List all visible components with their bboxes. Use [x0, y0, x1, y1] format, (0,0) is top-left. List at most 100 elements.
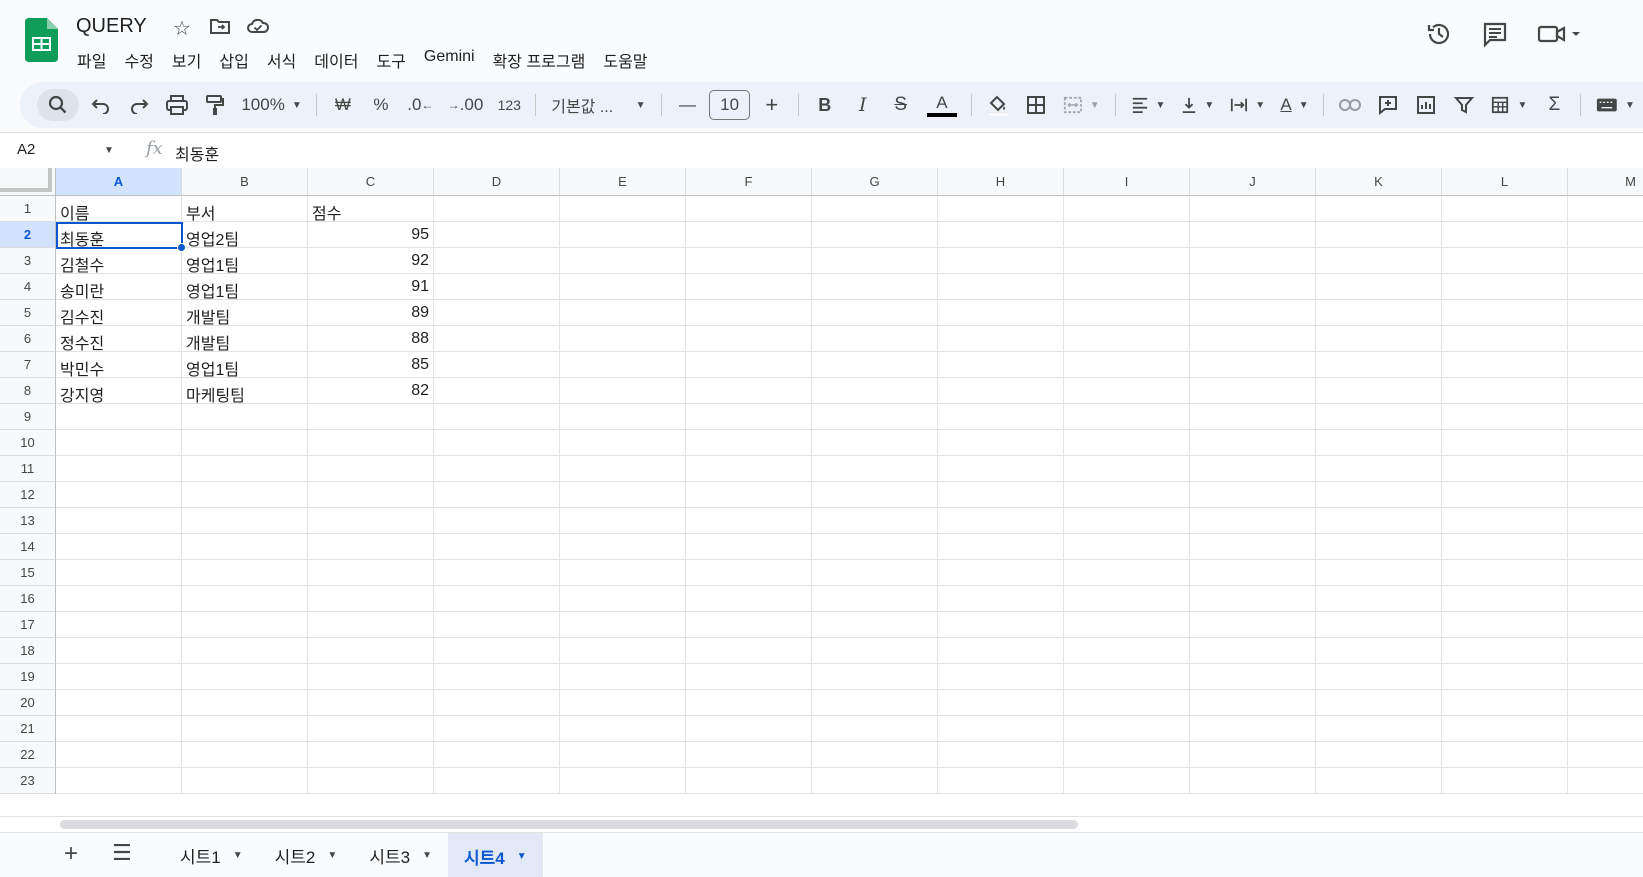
horizontal-scrollbar-thumb[interactable] [60, 820, 1078, 829]
cloud-status-icon[interactable] [246, 16, 270, 42]
row-header-18[interactable]: 18 [0, 638, 56, 664]
cell-e14[interactable] [560, 534, 686, 560]
cell-a15[interactable] [56, 560, 182, 586]
cell-d23[interactable] [434, 768, 560, 794]
cell-j11[interactable] [1190, 456, 1316, 482]
cell-l2[interactable] [1442, 222, 1568, 248]
cell-f6[interactable] [686, 326, 812, 352]
menu-file[interactable]: 파일 [68, 46, 115, 74]
cell-h21[interactable] [938, 716, 1064, 742]
input-tools-button[interactable]: ▼ [1591, 89, 1640, 121]
cell-k23[interactable] [1316, 768, 1442, 794]
cell-k17[interactable] [1316, 612, 1442, 638]
cell-h7[interactable] [938, 352, 1064, 378]
column-header-i[interactable]: I [1064, 168, 1190, 196]
cell-d19[interactable] [434, 664, 560, 690]
cell-j6[interactable] [1190, 326, 1316, 352]
cell-j18[interactable] [1190, 638, 1316, 664]
cell-f9[interactable] [686, 404, 812, 430]
row-header-13[interactable]: 13 [0, 508, 56, 534]
cell-g8[interactable] [812, 378, 938, 404]
cell-f21[interactable] [686, 716, 812, 742]
increase-font-size-button[interactable]: + [756, 89, 788, 121]
cell-d1[interactable] [434, 196, 560, 222]
cell-f17[interactable] [686, 612, 812, 638]
italic-button[interactable]: I [847, 89, 879, 121]
cell-d2[interactable] [434, 222, 560, 248]
cell-g6[interactable] [812, 326, 938, 352]
cell-a11[interactable] [56, 456, 182, 482]
cell-d14[interactable] [434, 534, 560, 560]
cell-i9[interactable] [1064, 404, 1190, 430]
cell-l23[interactable] [1442, 768, 1568, 794]
cell-a12[interactable] [56, 482, 182, 508]
cell-m17[interactable] [1568, 612, 1643, 638]
cell-g10[interactable] [812, 430, 938, 456]
cell-e12[interactable] [560, 482, 686, 508]
cell-b16[interactable] [182, 586, 308, 612]
cell-f1[interactable] [686, 196, 812, 222]
cell-b23[interactable] [182, 768, 308, 794]
cell-e7[interactable] [560, 352, 686, 378]
cell-k14[interactable] [1316, 534, 1442, 560]
cell-i6[interactable] [1064, 326, 1190, 352]
cell-d6[interactable] [434, 326, 560, 352]
sheets-logo-icon[interactable] [25, 18, 58, 62]
cell-f13[interactable] [686, 508, 812, 534]
cell-k21[interactable] [1316, 716, 1442, 742]
cell-i13[interactable] [1064, 508, 1190, 534]
cell-j7[interactable] [1190, 352, 1316, 378]
cell-h9[interactable] [938, 404, 1064, 430]
cell-k20[interactable] [1316, 690, 1442, 716]
cell-i21[interactable] [1064, 716, 1190, 742]
text-rotation-button[interactable]: A ▼ [1276, 89, 1313, 121]
cell-g1[interactable] [812, 196, 938, 222]
create-filter-button[interactable] [1448, 89, 1480, 121]
cell-i8[interactable] [1064, 378, 1190, 404]
cell-m14[interactable] [1568, 534, 1643, 560]
menu-insert[interactable]: 삽입 [210, 46, 257, 74]
cell-f22[interactable] [686, 742, 812, 768]
cell-k19[interactable] [1316, 664, 1442, 690]
cell-g3[interactable] [812, 248, 938, 274]
cell-i11[interactable] [1064, 456, 1190, 482]
menu-tools[interactable]: 도구 [367, 46, 414, 74]
row-header-16[interactable]: 16 [0, 586, 56, 612]
row-header-21[interactable]: 21 [0, 716, 56, 742]
cell-m19[interactable] [1568, 664, 1643, 690]
cell-c18[interactable] [308, 638, 434, 664]
cell-m3[interactable] [1568, 248, 1643, 274]
cell-f15[interactable] [686, 560, 812, 586]
cell-h11[interactable] [938, 456, 1064, 482]
cell-h20[interactable] [938, 690, 1064, 716]
cell-g4[interactable] [812, 274, 938, 300]
cell-f14[interactable] [686, 534, 812, 560]
cell-h16[interactable] [938, 586, 1064, 612]
cell-b7[interactable]: 영업1팀 [182, 352, 308, 378]
row-header-14[interactable]: 14 [0, 534, 56, 560]
cell-h22[interactable] [938, 742, 1064, 768]
cell-c13[interactable] [308, 508, 434, 534]
cell-d4[interactable] [434, 274, 560, 300]
cell-k2[interactable] [1316, 222, 1442, 248]
cell-a8[interactable]: 강지영 [56, 378, 182, 404]
cell-k8[interactable] [1316, 378, 1442, 404]
cell-e17[interactable] [560, 612, 686, 638]
cell-e9[interactable] [560, 404, 686, 430]
cell-b8[interactable]: 마케팅팀 [182, 378, 308, 404]
cell-f5[interactable] [686, 300, 812, 326]
cell-j9[interactable] [1190, 404, 1316, 430]
column-header-a[interactable]: A [56, 168, 182, 196]
menu-extensions[interactable]: 확장 프로그램 [484, 46, 595, 74]
row-header-7[interactable]: 7 [0, 352, 56, 378]
cell-c12[interactable] [308, 482, 434, 508]
cell-d12[interactable] [434, 482, 560, 508]
cell-c17[interactable] [308, 612, 434, 638]
column-header-l[interactable]: L [1442, 168, 1568, 196]
cell-b12[interactable] [182, 482, 308, 508]
menu-format[interactable]: 서식 [258, 46, 305, 74]
star-icon[interactable]: ☆ [170, 16, 194, 42]
decrease-font-size-button[interactable]: — [671, 89, 703, 121]
cell-a9[interactable] [56, 404, 182, 430]
row-header-20[interactable]: 20 [0, 690, 56, 716]
